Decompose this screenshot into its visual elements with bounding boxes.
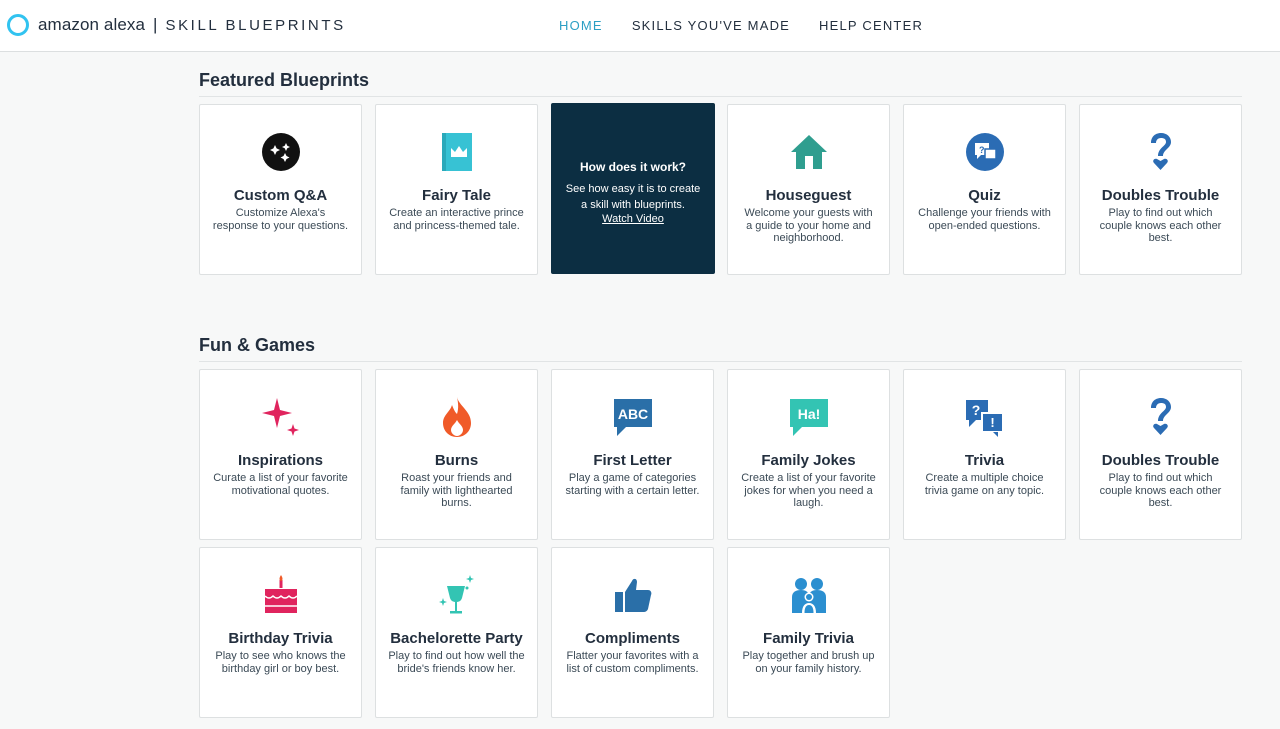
card-title: Doubles Trouble (1101, 187, 1220, 204)
cocktail-icon (376, 574, 537, 616)
card-title: Fairy Tale (422, 187, 491, 204)
card-description: Create a list of your favorite jokes for… (741, 472, 876, 509)
amazon-alexa-logo[interactable]: amazon alexa | SKILL BLUEPRINTS (7, 14, 346, 36)
card-description: Play a game of categories starting with … (565, 472, 700, 497)
card-title: Birthday Trivia (228, 630, 333, 647)
video-card-title: How does it work? (579, 160, 686, 174)
question-heart-icon (1080, 396, 1241, 438)
card-description: Play to see who knows the birthday girl … (215, 650, 346, 675)
card-description: Create a multiple choice trivia game on … (924, 472, 1045, 497)
nav-home[interactable]: HOME (559, 18, 603, 33)
blueprint-card-bachelorette-party[interactable]: Bachelorette Party Play to find out how … (375, 547, 538, 718)
blueprint-card-family-jokes[interactable]: Ha! Family Jokes Create a list of your f… (727, 369, 890, 540)
question-heart-icon (1080, 131, 1241, 173)
svg-text:ABC: ABC (617, 406, 647, 422)
blueprint-card-family-trivia[interactable]: Family Trivia Play together and brush up… (727, 547, 890, 718)
card-title: Custom Q&A (233, 187, 328, 204)
blueprint-card-doubles-trouble-2[interactable]: Doubles Trouble Play to find out which c… (1079, 369, 1242, 540)
card-title: Trivia (964, 452, 1005, 469)
watch-video-link[interactable]: Watch Video (551, 213, 715, 225)
stars-circle-icon (200, 131, 361, 173)
card-description: Play to find out which couple knows each… (1099, 207, 1222, 244)
blueprint-card-birthday-trivia[interactable]: Birthday Trivia Play to see who knows th… (199, 547, 362, 718)
svg-text:?: ? (971, 402, 980, 418)
card-description: Roast your friends and family with light… (400, 472, 513, 509)
card-title: Bachelorette Party (390, 630, 523, 647)
featured-section-title: Featured Blueprints (199, 70, 370, 90)
blueprint-card-inspirations[interactable]: Inspirations Curate a list of your favor… (199, 369, 362, 540)
abc-bubble-icon: ABC (552, 396, 713, 438)
svg-text:!: ! (990, 415, 994, 430)
card-description: Customize Alexa's response to your quest… (212, 207, 349, 232)
flame-icon (376, 396, 537, 438)
card-title: Inspirations (237, 452, 323, 469)
card-title: Burns (434, 452, 479, 469)
card-title: Compliments (584, 630, 680, 647)
featured-divider (199, 96, 1242, 97)
nav-help-center[interactable]: HELP CENTER (819, 18, 923, 33)
blueprint-card-trivia[interactable]: ? ! Trivia Create a multiple choice triv… (903, 369, 1066, 540)
card-title: Family Jokes (761, 452, 856, 469)
card-description: Curate a list of your favorite motivatio… (213, 472, 348, 497)
nav-skills-youve-made[interactable]: SKILLS YOU'VE MADE (632, 18, 790, 33)
brand-separator: | (153, 15, 158, 34)
alexa-ring-icon (7, 14, 29, 36)
ha-bubble-icon: Ha! (728, 396, 889, 438)
card-description: Challenge your friends with open-ended q… (918, 207, 1051, 232)
card-description: Play to find out which couple knows each… (1099, 472, 1222, 509)
quiz-bubble-icon: ? (904, 131, 1065, 173)
brand-name: amazon alexa (38, 15, 146, 34)
blueprint-card-doubles-trouble[interactable]: Doubles Trouble Play to find out which c… (1079, 104, 1242, 275)
blueprint-card-houseguest[interactable]: Houseguest Welcome your guests with a gu… (727, 104, 890, 275)
house-icon (728, 131, 889, 173)
sparkle-icon (200, 396, 361, 438)
card-title: Doubles Trouble (1101, 452, 1220, 469)
fun-games-divider (199, 361, 1242, 362)
product-name: SKILL BLUEPRINTS (165, 16, 346, 34)
video-card-description: See how easy it is to create a skill wit… (565, 183, 701, 211)
svg-text:?: ? (979, 145, 985, 155)
card-title: First Letter (593, 452, 672, 469)
family-icon (728, 574, 889, 616)
blueprint-card-fairy-tale[interactable]: Fairy Tale Create an interactive prince … (375, 104, 538, 275)
card-description: Welcome your guests with a guide to your… (744, 207, 873, 244)
crown-book-icon (376, 131, 537, 173)
main-nav: HOME SKILLS YOU'VE MADE HELP CENTER (559, 18, 952, 33)
svg-text:Ha!: Ha! (797, 406, 820, 422)
thumbs-up-icon (552, 574, 713, 616)
fun-games-section-title: Fun & Games (199, 335, 316, 355)
cake-icon (200, 574, 361, 616)
blueprint-card-burns[interactable]: Burns Roast your friends and family with… (375, 369, 538, 540)
card-title: Houseguest (765, 187, 852, 204)
card-description: Create an interactive prince and princes… (389, 207, 524, 232)
card-title: Quiz (968, 187, 1001, 204)
blueprint-card-compliments[interactable]: Compliments Flatter your favorites with … (551, 547, 714, 718)
blueprint-card-first-letter[interactable]: ABC First Letter Play a game of categori… (551, 369, 714, 540)
card-description: Play together and brush up on your famil… (742, 650, 875, 675)
card-description: Flatter your favorites with a list of cu… (566, 650, 699, 675)
top-header: amazon alexa | SKILL BLUEPRINTS HOME SKI… (0, 0, 1280, 52)
card-title: Family Trivia (763, 630, 854, 647)
blueprint-card-quiz[interactable]: ? Quiz Challenge your friends with open-… (903, 104, 1066, 275)
how-it-works-video-card[interactable]: How does it work? See how easy it is to … (551, 103, 715, 274)
card-description: Play to find out how well the bride's fr… (388, 650, 525, 675)
blueprint-card-custom-qa[interactable]: Custom Q&A Customize Alexa's response to… (199, 104, 362, 275)
trivia-bubbles-icon: ? ! (904, 396, 1065, 438)
